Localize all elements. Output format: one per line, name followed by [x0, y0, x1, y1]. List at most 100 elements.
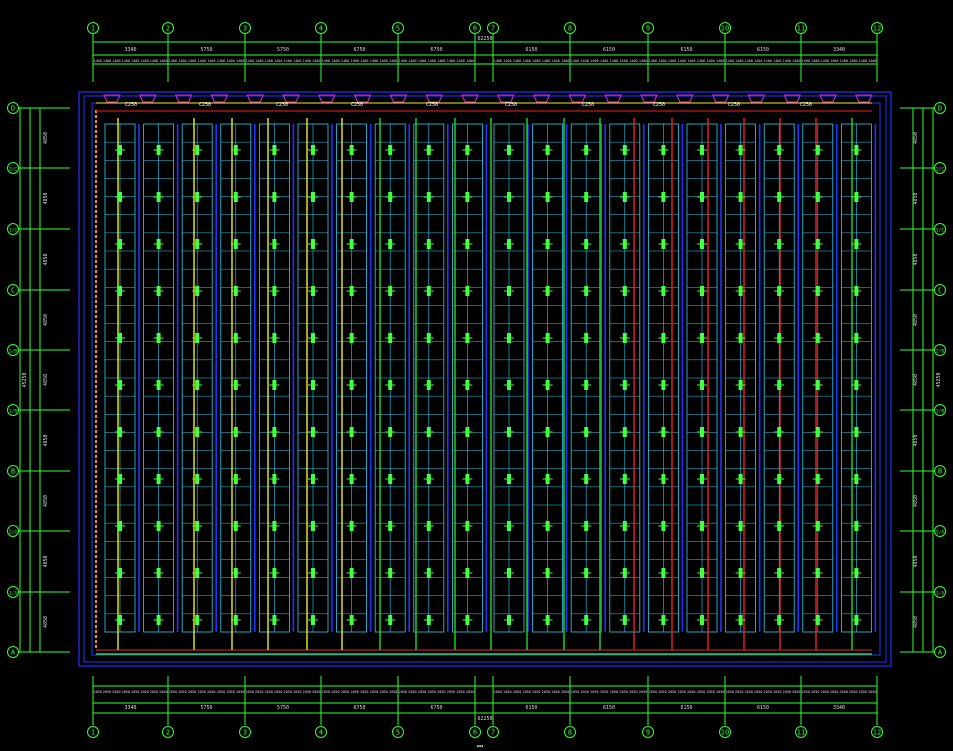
dim-sub-top: 1400	[802, 59, 810, 63]
dim-sub-top: 1400	[639, 59, 647, 63]
cad-floor-plan: 112233445566778899101011111212D D2/C 2/C1/…	[0, 0, 953, 751]
dim-sub-bottom: 2050	[821, 690, 829, 694]
dim-sub-bottom: 2050	[255, 690, 263, 694]
dim-sub-top: 1400	[868, 59, 876, 63]
dim-sub-top: 1400	[418, 59, 426, 63]
dim-sub-bottom: 2050	[303, 690, 311, 694]
drawing-title: …	[477, 737, 484, 750]
dim-sub-bottom: 2050	[159, 690, 167, 694]
dim-sub-bottom: 2050	[783, 690, 791, 694]
dim-sub-top: 1400	[293, 59, 301, 63]
dim-sub-top: 1400	[131, 59, 139, 63]
dim-sub-top: 1400	[246, 59, 254, 63]
dim-sub-bottom: 2050	[408, 690, 416, 694]
dim-sub-top: 1400	[811, 59, 819, 63]
dim-value-right: 4850	[913, 434, 919, 446]
dim-sub-bottom: 2050	[649, 690, 657, 694]
dim-sub-top: 1400	[341, 59, 349, 63]
dim-sub-bottom: 2050	[551, 690, 559, 694]
dim-sub-bottom: 2050	[522, 690, 530, 694]
dim-sub-top: 1400	[716, 59, 724, 63]
dim-sub-bottom: 2050	[350, 690, 358, 694]
axis-label: D	[938, 104, 942, 112]
dim-value-right: 4850	[913, 253, 919, 265]
axis-label: C	[11, 286, 15, 294]
pipe-size-label: C250	[426, 102, 438, 108]
dim-sub-top: 1400	[140, 59, 148, 63]
dim-sub-top: 1400	[668, 59, 676, 63]
dim-value-bottom: 6750	[430, 705, 442, 711]
dim-sub-top: 1400	[312, 59, 320, 63]
dim-sub-top: 1400	[437, 59, 445, 63]
dim-sub-top: 1400	[706, 59, 714, 63]
dim-sub-bottom: 2050	[150, 690, 158, 694]
dim-sub-top: 1400	[207, 59, 215, 63]
dim-sub-bottom: 2050	[494, 690, 502, 694]
dim-sub-bottom: 2050	[447, 690, 455, 694]
dim-sub-bottom: 2050	[178, 690, 186, 694]
dim-sub-top: 1400	[226, 59, 234, 63]
dim-sub-top: 1400	[103, 59, 111, 63]
axis-label: B	[938, 467, 942, 475]
dim-sub-top: 1400	[629, 59, 637, 63]
dim-sub-bottom: 2050	[580, 690, 588, 694]
axis-label: 2/B	[9, 348, 17, 354]
dim-sub-top: 1400	[456, 59, 464, 63]
dim-sub-top: 1400	[255, 59, 263, 63]
dim-sub-bottom: 2050	[764, 690, 772, 694]
dim-value-right: 4850	[913, 314, 919, 326]
dim-sub-top: 1400	[840, 59, 848, 63]
dim-sub-top: 1400	[379, 59, 387, 63]
axis-label: 2/A	[936, 529, 944, 535]
dim-value-left: 4850	[43, 253, 49, 265]
dim-value-bottom: 5750	[277, 705, 289, 711]
pipe-size-label: C250	[505, 102, 517, 108]
dim-sub-bottom: 2050	[389, 690, 397, 694]
axis-label: D	[11, 104, 15, 112]
axis-label: 2/C	[936, 166, 944, 172]
dim-sub-top: 1400	[513, 59, 521, 63]
axis-label: 2/A	[9, 529, 17, 535]
pipe-size-label: C250	[582, 102, 594, 108]
dim-sub-bottom: 2050	[379, 690, 387, 694]
axis-label: 10	[721, 729, 729, 737]
dim-value-left: 4850	[43, 555, 49, 567]
axis-label: 1/C	[936, 227, 944, 233]
dim-sub-top: 1400	[571, 59, 579, 63]
dim-sub-top: 1400	[735, 59, 743, 63]
dim-value-top: 3340	[833, 47, 845, 53]
dim-value-right: 4850	[913, 555, 919, 567]
dim-sub-top: 1400	[303, 59, 311, 63]
overall-width-bottom: 62250	[477, 716, 492, 722]
dim-sub-bottom: 2050	[745, 690, 753, 694]
pipe-size-label: C250	[276, 102, 288, 108]
dim-value-bottom: 3340	[833, 705, 845, 711]
dim-sub-bottom: 2050	[802, 690, 810, 694]
dim-sub-bottom: 2050	[532, 690, 540, 694]
dim-sub-bottom: 2050	[571, 690, 579, 694]
dim-sub-bottom: 2050	[437, 690, 445, 694]
dim-sub-bottom: 2050	[284, 690, 292, 694]
pipe-size-label: C250	[351, 102, 363, 108]
dim-sub-top: 1400	[360, 59, 368, 63]
dim-sub-bottom: 2050	[629, 690, 637, 694]
dim-value-bottom: 3340	[124, 705, 136, 711]
dim-sub-bottom: 2050	[265, 690, 273, 694]
dim-sub-top: 1400	[322, 59, 330, 63]
overall-width-top: 62250	[477, 36, 492, 42]
axis-label: 12	[873, 729, 881, 737]
dim-sub-top: 1400	[542, 59, 550, 63]
dim-sub-top: 1400	[580, 59, 588, 63]
dim-value-top: 6150	[680, 47, 692, 53]
dim-sub-top: 1400	[274, 59, 282, 63]
dim-value-right: 4850	[913, 132, 919, 144]
dim-sub-bottom: 2050	[226, 690, 234, 694]
dim-sub-bottom: 2050	[112, 690, 120, 694]
pipe-size-label: C250	[800, 102, 812, 108]
dim-sub-bottom: 2050	[466, 690, 474, 694]
dim-value-left: 4850	[43, 132, 49, 144]
dim-sub-bottom: 2050	[859, 690, 867, 694]
pipe-size-label: C250	[199, 102, 211, 108]
dim-value-top: 6750	[430, 47, 442, 53]
dim-sub-bottom: 2050	[849, 690, 857, 694]
